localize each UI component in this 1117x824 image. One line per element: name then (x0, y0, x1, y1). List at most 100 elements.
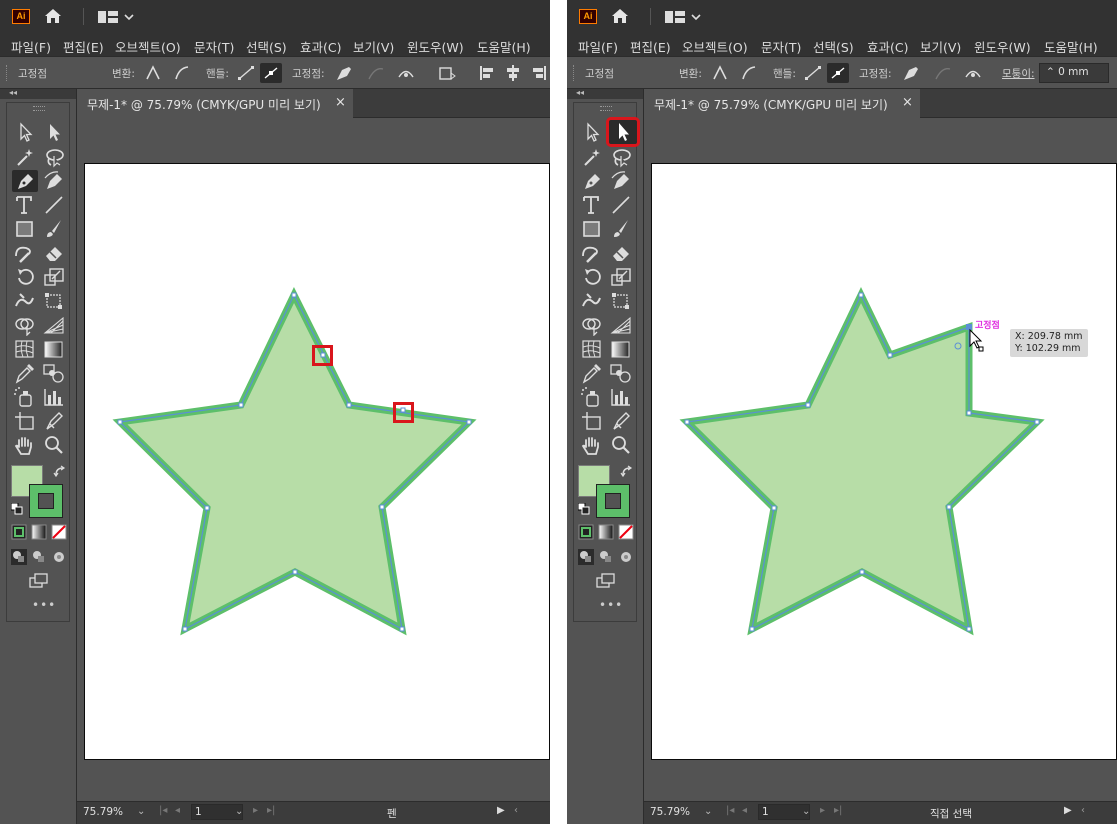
home-icon[interactable] (609, 8, 631, 24)
direct-selection-icon[interactable] (579, 121, 605, 143)
show-handles-icon[interactable] (235, 63, 257, 83)
default-colors-icon[interactable] (577, 502, 590, 515)
draw-inside-icon[interactable] (617, 548, 635, 566)
menu-edit[interactable]: 편집(E) (630, 37, 671, 56)
hand-icon[interactable] (579, 434, 605, 456)
blend-icon[interactable] (608, 362, 634, 384)
align-right-icon[interactable] (528, 63, 550, 83)
page-dropdown-icon[interactable]: ⌄ (235, 806, 243, 817)
play-icon[interactable]: ▶ (497, 805, 505, 816)
hand-icon[interactable] (12, 434, 38, 456)
color-mode-icon[interactable] (577, 523, 595, 541)
isolate-object-icon[interactable] (436, 63, 458, 83)
rotate-icon[interactable] (12, 266, 38, 288)
artboard[interactable] (651, 163, 1117, 760)
slice-icon[interactable] (41, 410, 67, 432)
graph-icon[interactable] (41, 386, 67, 408)
draw-behind-icon[interactable] (597, 548, 615, 566)
more-tools-icon[interactable]: ••• (599, 598, 623, 612)
menu-edit[interactable]: 편집(E) (63, 37, 104, 56)
control-bar-grip[interactable] (6, 65, 9, 81)
zoom-icon[interactable] (41, 434, 67, 456)
magic-wand-icon[interactable] (12, 146, 38, 168)
remove-anchor-icon[interactable] (333, 63, 355, 83)
document-tab[interactable]: 무제-1* @ 75.79% (CMYK/GPU 미리 보기) × (644, 89, 920, 118)
slice-icon[interactable] (608, 410, 634, 432)
menu-file[interactable]: 파일(F) (11, 37, 51, 56)
zoom-icon[interactable] (608, 434, 634, 456)
menu-file[interactable]: 파일(F) (578, 37, 618, 56)
eraser-icon[interactable] (608, 242, 634, 264)
line-icon[interactable] (41, 194, 67, 216)
pen-icon[interactable] (12, 170, 38, 192)
first-page-icon[interactable]: |◂ (159, 805, 167, 816)
draw-behind-icon[interactable] (30, 548, 48, 566)
prev-page-icon[interactable]: ◂ (175, 805, 180, 816)
align-left-icon[interactable] (476, 63, 498, 83)
type-icon[interactable] (12, 194, 38, 216)
close-tab-icon[interactable]: × (335, 95, 346, 110)
menu-view[interactable]: 보기(V) (353, 37, 394, 56)
gradient-icon[interactable] (41, 338, 67, 360)
connect-anchors-icon[interactable] (932, 63, 954, 83)
convert-to-corner-icon[interactable] (709, 63, 731, 83)
menu-effect[interactable]: 효과(C) (300, 37, 341, 56)
shape-builder-icon[interactable] (579, 314, 605, 337)
rectangle-icon[interactable] (12, 218, 38, 240)
next-page-icon[interactable]: ▸ (253, 805, 258, 816)
draw-normal-icon[interactable] (10, 548, 28, 566)
toolbox-grip[interactable] (600, 106, 612, 111)
none-mode-icon[interactable] (617, 523, 635, 541)
collapse-icon[interactable]: ◂◂ (576, 88, 584, 97)
prev-page-icon[interactable]: ◂ (742, 805, 747, 816)
screen-mode-icon[interactable] (594, 572, 618, 590)
selection-icon[interactable] (606, 117, 640, 147)
convert-to-smooth-icon[interactable] (738, 63, 760, 83)
rectangle-icon[interactable] (579, 218, 605, 240)
document-tab[interactable]: 무제-1* @ 75.79% (CMYK/GPU 미리 보기) × (77, 89, 353, 118)
zoom-level[interactable]: 75.79% (650, 806, 690, 818)
perspective-icon[interactable] (41, 314, 67, 336)
shape-builder-icon[interactable] (12, 314, 38, 337)
workspace-icon[interactable] (98, 10, 134, 24)
menu-type[interactable]: 문자(T) (194, 37, 234, 56)
shaper-icon[interactable] (12, 242, 38, 264)
shaper-icon[interactable] (579, 242, 605, 264)
menu-effect[interactable]: 효과(C) (867, 37, 908, 56)
gradient-icon[interactable] (608, 338, 634, 360)
menu-window[interactable]: 윈도우(W) (974, 37, 1031, 56)
free-transform-icon[interactable] (41, 290, 67, 312)
artboard[interactable] (84, 163, 550, 760)
align-center-icon[interactable] (502, 63, 524, 83)
none-mode-icon[interactable] (50, 523, 68, 541)
corners-label[interactable]: 모퉁이: (1002, 66, 1035, 81)
star-artwork[interactable] (85, 164, 550, 761)
hide-handles-icon[interactable] (260, 63, 282, 83)
connect-anchors-icon[interactable] (365, 63, 387, 83)
blend-icon[interactable] (41, 362, 67, 384)
perspective-icon[interactable] (608, 314, 634, 336)
tools-panel-header[interactable]: ◂◂ (0, 88, 76, 99)
color-mode-icon[interactable] (10, 523, 28, 541)
tools-panel-header[interactable]: ◂◂ (567, 88, 643, 99)
magic-wand-icon[interactable] (579, 146, 605, 168)
page-dropdown-icon[interactable]: ⌄ (802, 806, 810, 817)
warp-icon[interactable] (12, 290, 38, 312)
screen-mode-icon[interactable] (27, 572, 51, 590)
more-tools-icon[interactable]: ••• (32, 598, 56, 612)
selection-icon[interactable] (41, 121, 67, 143)
scale-icon[interactable] (608, 266, 634, 288)
draw-normal-icon[interactable] (577, 548, 595, 566)
cut-path-icon[interactable] (395, 63, 417, 83)
stroke-swatch[interactable] (596, 484, 630, 518)
swap-fill-stroke-icon[interactable] (620, 465, 634, 479)
toolbox-grip[interactable] (33, 106, 45, 111)
lasso-icon[interactable] (41, 146, 67, 168)
zoom-level[interactable]: 75.79% (83, 806, 123, 818)
star-artwork[interactable] (652, 164, 1117, 761)
menu-help[interactable]: 도움말(H) (1044, 37, 1098, 56)
curvature-icon[interactable] (41, 170, 67, 192)
menu-object[interactable]: 오브젝트(O) (682, 37, 748, 56)
scroll-left-icon[interactable]: ‹ (1081, 805, 1085, 816)
play-icon[interactable]: ▶ (1064, 805, 1072, 816)
